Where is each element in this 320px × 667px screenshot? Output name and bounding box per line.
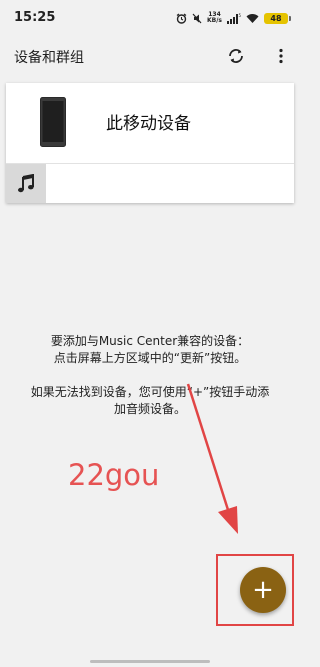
app-screen: 15:25 134 KB/s 5 48 设备和群组 此移动设备 要添加与Musi… [0,0,300,667]
home-indicator[interactable] [90,660,210,663]
add-device-button[interactable]: + [240,567,286,613]
plus-icon: + [252,575,274,605]
